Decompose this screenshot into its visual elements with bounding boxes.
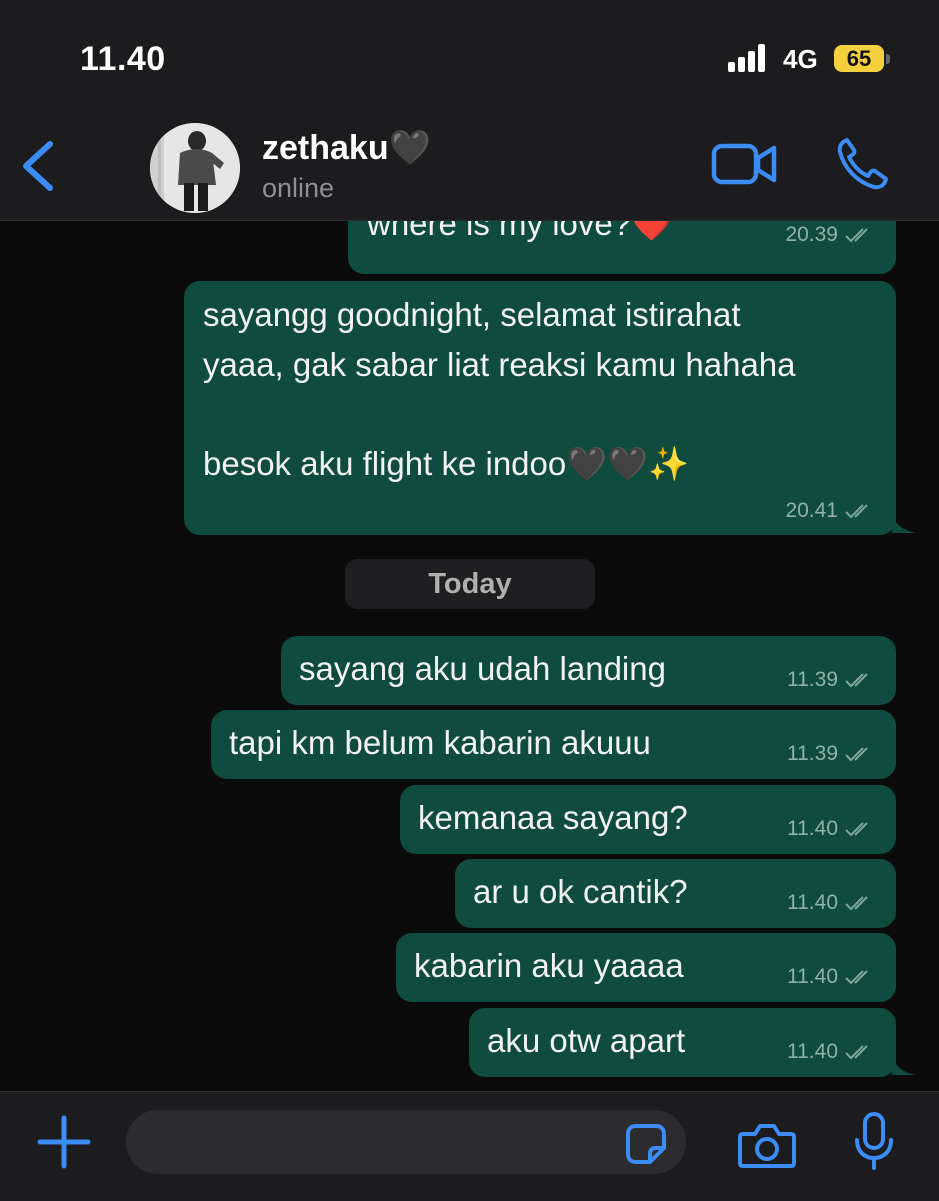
message-meta: 11.40 bbox=[787, 817, 874, 841]
avatar[interactable] bbox=[150, 123, 240, 213]
read-ticks-icon bbox=[845, 228, 868, 243]
video-call-icon[interactable] bbox=[710, 138, 778, 190]
chevron-left-icon[interactable] bbox=[18, 138, 58, 194]
message-bubble[interactable]: kabarin aku yaaaa 11.40 bbox=[396, 933, 896, 1002]
message-time: 20.41 bbox=[785, 499, 838, 522]
message-text: kabarin aku yaaaa bbox=[414, 947, 684, 984]
message-bubble[interactable]: kemanaa sayang? 11.40 bbox=[400, 785, 896, 854]
message-time: 11.40 bbox=[787, 817, 838, 840]
contact-name[interactable]: zethaku🖤 bbox=[262, 128, 431, 168]
input-bar bbox=[0, 1091, 939, 1201]
message-text: where is my love?❤️ bbox=[367, 221, 673, 242]
read-ticks-icon bbox=[845, 896, 868, 911]
message-time: 11.39 bbox=[787, 668, 838, 691]
message-bubble[interactable]: sayangg goodnight, selamat istirahat yaa… bbox=[184, 281, 896, 535]
message-meta: 11.40 bbox=[787, 965, 874, 989]
message-text: yaaa, gak sabar liat reaksi kamu hahaha bbox=[203, 346, 796, 383]
signal-icon bbox=[728, 44, 765, 72]
message-text: kemanaa sayang? bbox=[418, 799, 688, 836]
chat-header: zethaku🖤 online bbox=[0, 110, 939, 221]
read-ticks-icon bbox=[845, 822, 868, 837]
message-time: 11.40 bbox=[787, 891, 838, 914]
battery-level: 65 bbox=[834, 45, 884, 72]
bubble-tail bbox=[892, 512, 916, 533]
message-text: ar u ok cantik? bbox=[473, 873, 688, 910]
bubble-tail bbox=[892, 1054, 916, 1075]
message-text: aku otw apart bbox=[487, 1022, 686, 1059]
message-meta: 20.39 bbox=[785, 223, 874, 247]
message-bubble[interactable]: sayang aku udah landing 11.39 bbox=[281, 636, 896, 705]
message-bubble[interactable]: aku otw apart 11.40 bbox=[469, 1008, 896, 1077]
camera-icon[interactable] bbox=[737, 1120, 797, 1170]
microphone-icon[interactable] bbox=[852, 1112, 896, 1172]
status-bar: 11.40 4G 65 bbox=[0, 0, 939, 110]
message-time: 11.40 bbox=[787, 1040, 838, 1063]
chat-area[interactable]: where is my love?❤️ 20.39 sayangg goodni… bbox=[0, 221, 939, 1090]
message-meta: 11.39 bbox=[787, 668, 874, 692]
sticker-icon[interactable] bbox=[624, 1122, 668, 1166]
message-text: sayang aku udah landing bbox=[299, 650, 666, 687]
message-time: 11.39 bbox=[787, 742, 838, 765]
read-ticks-icon bbox=[845, 970, 868, 985]
status-time: 11.40 bbox=[80, 40, 166, 78]
message-text: besok aku flight ke indoo🖤🖤✨ bbox=[203, 445, 690, 482]
message-text: tapi km belum kabarin akuuu bbox=[229, 724, 651, 761]
read-ticks-icon bbox=[845, 504, 868, 519]
message-time: 20.39 bbox=[785, 223, 838, 246]
read-ticks-icon bbox=[845, 673, 868, 688]
message-time: 11.40 bbox=[787, 965, 838, 988]
message-input[interactable] bbox=[126, 1110, 686, 1174]
phone-icon[interactable] bbox=[835, 135, 891, 193]
read-ticks-icon bbox=[845, 1045, 868, 1060]
message-bubble[interactable]: tapi km belum kabarin akuuu 11.39 bbox=[211, 710, 896, 779]
message-meta: 20.41 bbox=[785, 499, 874, 523]
contact-status: online bbox=[262, 173, 335, 203]
message-bubble[interactable]: where is my love?❤️ 20.39 bbox=[348, 221, 896, 274]
message-text: sayangg goodnight, selamat istirahat bbox=[203, 296, 741, 333]
message-meta: 11.39 bbox=[787, 742, 874, 766]
network-type: 4G bbox=[783, 44, 818, 74]
message-bubble[interactable]: ar u ok cantik? 11.40 bbox=[455, 859, 896, 928]
date-separator: Today bbox=[345, 559, 595, 609]
message-meta: 11.40 bbox=[787, 1040, 874, 1064]
read-ticks-icon bbox=[845, 747, 868, 762]
battery-icon: 65 bbox=[834, 45, 890, 74]
message-meta: 11.40 bbox=[787, 891, 874, 915]
plus-icon[interactable] bbox=[36, 1114, 92, 1170]
